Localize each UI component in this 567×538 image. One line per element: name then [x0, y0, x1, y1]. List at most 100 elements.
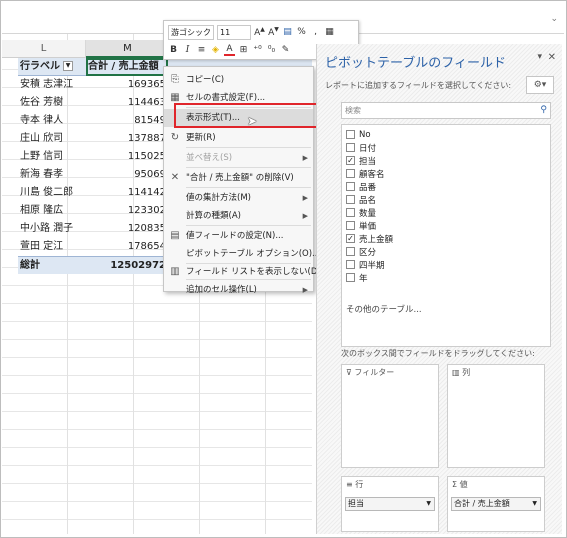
other-tables-link[interactable]: その他のテーブル...: [346, 303, 422, 315]
field-label: 売上金額: [359, 234, 394, 245]
field-checkbox[interactable]: [346, 169, 355, 178]
fill-color-icon[interactable]: ◈: [210, 45, 221, 55]
value-cell[interactable]: 120835: [86, 220, 168, 238]
decimal-decrease-icon[interactable]: ⁰₀: [266, 45, 277, 55]
field-checkbox[interactable]: [346, 260, 355, 269]
grand-total-value[interactable]: 12502972: [86, 257, 168, 275]
menu-item-4[interactable]: 並べ替え(S) ▶: [164, 149, 313, 167]
menu-item-11[interactable]: 追加のセル操作(L) ▶: [164, 281, 313, 299]
border-icon[interactable]: ⊞: [238, 45, 249, 55]
field-item[interactable]: 品番: [346, 180, 376, 193]
value-cell[interactable]: 123302: [86, 202, 168, 220]
value-cell[interactable]: 95069: [86, 166, 168, 184]
field-item[interactable]: 日付: [346, 141, 376, 154]
menu-item-9[interactable]: ピボットテーブル オプション(O)...: [164, 245, 320, 263]
font-name-box[interactable]: 游ゴシック: [168, 24, 214, 40]
row-label-cell[interactable]: 新海 春孝: [18, 166, 86, 184]
field-item[interactable]: 顧客名: [346, 167, 385, 180]
font-color-icon[interactable]: A: [224, 44, 235, 56]
menu-item-label: 計算の種類(A): [186, 211, 241, 221]
font-size-box[interactable]: 11: [217, 24, 251, 40]
field-item[interactable]: 数量: [346, 206, 376, 219]
menu-item-3[interactable]: ↻ 更新(R): [164, 129, 313, 147]
expand-formula-bar-icon[interactable]: ⌄: [550, 14, 558, 24]
menu-item-label: セルの書式設定(F)...: [186, 93, 266, 103]
gear-icon[interactable]: ⚙▾: [526, 76, 554, 94]
percent-icon[interactable]: %: [296, 27, 307, 37]
field-checkbox[interactable]: [346, 130, 355, 139]
field-checkbox[interactable]: [346, 247, 355, 256]
field-item[interactable]: ✓ 売上金額: [346, 232, 393, 245]
font-grow-icon[interactable]: A▲: [254, 26, 265, 38]
field-label: 品名: [359, 195, 377, 206]
field-checkbox[interactable]: [346, 273, 355, 282]
column-header-m[interactable]: M: [86, 40, 170, 58]
bold-icon[interactable]: B: [168, 45, 179, 55]
field-item[interactable]: No: [346, 128, 371, 141]
value-cell[interactable]: 169365: [86, 76, 168, 94]
field-checkbox[interactable]: [346, 208, 355, 217]
field-checkbox[interactable]: ✓: [346, 234, 355, 243]
value-cell[interactable]: 178654: [86, 238, 168, 256]
decimal-increase-icon[interactable]: ⁺⁰: [252, 45, 263, 55]
value-header-cell[interactable]: 合計 / 売上金額: [86, 58, 168, 76]
columns-area[interactable]: ▥ 列: [447, 364, 545, 468]
value-cell[interactable]: 81549: [86, 112, 168, 130]
row-labels-header[interactable]: 行ラベル ▼: [18, 58, 86, 76]
value-cell[interactable]: 114142: [86, 184, 168, 202]
menu-item-0[interactable]: ⎘ コピー(C): [164, 71, 313, 89]
row-label-cell[interactable]: 上野 信司: [18, 148, 86, 166]
field-item[interactable]: 区分: [346, 245, 376, 258]
value-cell[interactable]: 115025: [86, 148, 168, 166]
pane-options-icon[interactable]: ▾: [537, 52, 542, 62]
value-cell[interactable]: 137887: [86, 130, 168, 148]
field-checkbox[interactable]: [346, 143, 355, 152]
field-item[interactable]: 年: [346, 271, 368, 284]
field-item[interactable]: 四半期: [346, 258, 385, 271]
number-format-icon[interactable]: ▤: [282, 27, 293, 37]
column-header-l[interactable]: L: [2, 40, 86, 58]
field-checkbox[interactable]: [346, 182, 355, 191]
pane-hint: レポートに追加するフィールドを選択してください:: [325, 81, 512, 90]
row-label-cell[interactable]: 萱田 定江: [18, 238, 86, 256]
rows-area[interactable]: ≡ 行 担当 ▼: [341, 476, 439, 532]
field-item[interactable]: 品名: [346, 193, 376, 206]
menu-item-7[interactable]: 計算の種類(A) ▶: [164, 207, 313, 225]
field-label: 担当: [359, 156, 377, 167]
field-item[interactable]: ✓ 担当: [346, 154, 376, 167]
field-checkbox[interactable]: [346, 195, 355, 204]
paint-icon[interactable]: ✎: [280, 45, 291, 55]
row-label-cell[interactable]: 寺本 律人: [18, 112, 86, 130]
menu-item-8[interactable]: ▤ 値フィールドの設定(N)...: [164, 227, 313, 245]
row-label-cell[interactable]: 川島 俊二郎: [18, 184, 86, 202]
search-input[interactable]: 検索 ⚲: [341, 102, 551, 119]
filter-dropdown-icon[interactable]: ▼: [63, 61, 73, 71]
values-area[interactable]: Σ 値 合計 / 売上金額 ▼: [447, 476, 545, 532]
value-cell[interactable]: 114463: [86, 94, 168, 112]
columns-area-header: ▥ 列: [452, 368, 471, 377]
align-icon[interactable]: ≡: [196, 45, 207, 55]
row-label-cell[interactable]: 佐谷 芳樹: [18, 94, 86, 112]
table-icon[interactable]: ▦: [324, 27, 335, 37]
rows-chip-tanto[interactable]: 担当 ▼: [345, 497, 435, 511]
font-shrink-icon[interactable]: A▼: [268, 26, 279, 38]
close-icon[interactable]: ✕: [548, 52, 556, 63]
row-label-cell[interactable]: 中小路 潤子: [18, 220, 86, 238]
field-checkbox[interactable]: [346, 221, 355, 230]
menu-item-6[interactable]: 値の集計方法(M) ▶: [164, 189, 313, 207]
row-label-cell[interactable]: 相原 隆広: [18, 202, 86, 220]
field-checkbox[interactable]: ✓: [346, 156, 355, 165]
copy-icon: ⎘: [171, 74, 179, 85]
grand-total-label[interactable]: 総計: [18, 257, 86, 275]
submenu-arrow-icon: ▶: [302, 286, 308, 294]
values-chip-sum[interactable]: 合計 / 売上金額 ▼: [451, 497, 541, 511]
filter-area[interactable]: ⊽ フィルター: [341, 364, 439, 468]
field-item[interactable]: 単価: [346, 219, 376, 232]
sigma-icon: Σ: [452, 480, 460, 489]
menu-item-5[interactable]: ✕ "合計 / 売上金額" の削除(V): [164, 169, 313, 187]
search-icon: ⚲: [540, 105, 547, 115]
comma-icon[interactable]: ,: [310, 27, 321, 37]
row-label-cell[interactable]: 安積 志津江: [18, 76, 86, 94]
italic-icon[interactable]: I: [182, 45, 193, 55]
row-label-cell[interactable]: 庄山 欣司: [18, 130, 86, 148]
